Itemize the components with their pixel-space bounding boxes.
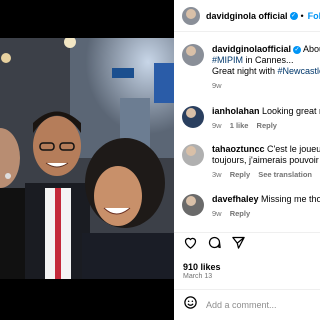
add-comment-input[interactable]: Add a comment...: [206, 300, 277, 310]
caption-time: 9w: [212, 81, 222, 90]
caption-username[interactable]: davidginolaofficial: [212, 44, 291, 54]
comments-list[interactable]: davidginolaofficial✓ About l #MIPIM in C…: [174, 32, 320, 230]
author-username[interactable]: davidginola official: [206, 11, 288, 21]
caption: davidginolaofficial✓ About l #MIPIM in C…: [182, 44, 320, 91]
heart-icon[interactable]: [183, 235, 198, 250]
comment-time: 9w: [212, 121, 222, 130]
hashtag-mipim[interactable]: #MIPIM: [212, 55, 243, 65]
post-photo[interactable]: [0, 0, 174, 320]
comment-item: ianholahan Looking great ma 9w 1 like Re…: [182, 106, 320, 131]
photo-image: [0, 38, 174, 279]
comment-text: C'est le joueur de: [267, 144, 320, 154]
comment-item: davefhaley Missing me thoug 9w Reply: [182, 194, 320, 219]
reply-button[interactable]: Reply: [230, 170, 250, 179]
post-header: davidginola official ✓ • Follo: [174, 0, 320, 32]
verified-badge-icon: ✓: [293, 46, 302, 54]
share-icon[interactable]: [231, 235, 246, 250]
comment-item: tahaoztuncc C'est le joueur de toujours,…: [182, 144, 320, 180]
comment-username[interactable]: davefhaley: [212, 194, 259, 204]
reply-button[interactable]: Reply: [257, 121, 277, 130]
comment-likes[interactable]: 1 like: [230, 121, 249, 130]
author-avatar[interactable]: [182, 6, 200, 25]
see-translation-button[interactable]: See translation: [258, 170, 312, 179]
caption-avatar[interactable]: [182, 44, 204, 66]
comment-username[interactable]: tahaoztuncc: [212, 144, 265, 154]
comment-time: 3w: [212, 170, 222, 179]
caption-line2: in Cannes...: [243, 55, 294, 65]
likes-count[interactable]: 910 likes: [183, 262, 221, 272]
comment-time: 9w: [212, 209, 222, 218]
separator-dot: •: [300, 10, 304, 21]
commenter-avatar[interactable]: [182, 194, 204, 216]
post-side-panel: davidginola official ✓ • Follo davidgino…: [174, 0, 320, 320]
follow-button[interactable]: Follo: [308, 11, 320, 21]
caption-text: About l: [303, 44, 320, 54]
commenter-avatar[interactable]: [182, 144, 204, 166]
post-date: March 13: [183, 273, 213, 280]
comment-username[interactable]: ianholahan: [212, 106, 260, 116]
verified-badge-icon: ✓: [289, 11, 298, 20]
comment-text-line2: toujours, j'aimerais pouvoir le: [212, 155, 320, 165]
hashtag-newcastle[interactable]: #Newcastle: [278, 66, 320, 76]
post-actions: [174, 232, 320, 252]
reply-button[interactable]: Reply: [230, 209, 250, 218]
commenter-avatar[interactable]: [182, 106, 204, 128]
caption-line3: Great night with: [212, 66, 278, 76]
add-comment-bar[interactable]: Add a comment...: [174, 289, 320, 320]
comment-icon[interactable]: [207, 235, 222, 250]
comment-text: Looking great ma: [262, 106, 320, 116]
emoji-icon[interactable]: [183, 295, 198, 315]
comment-text: Missing me thoug: [261, 194, 320, 204]
